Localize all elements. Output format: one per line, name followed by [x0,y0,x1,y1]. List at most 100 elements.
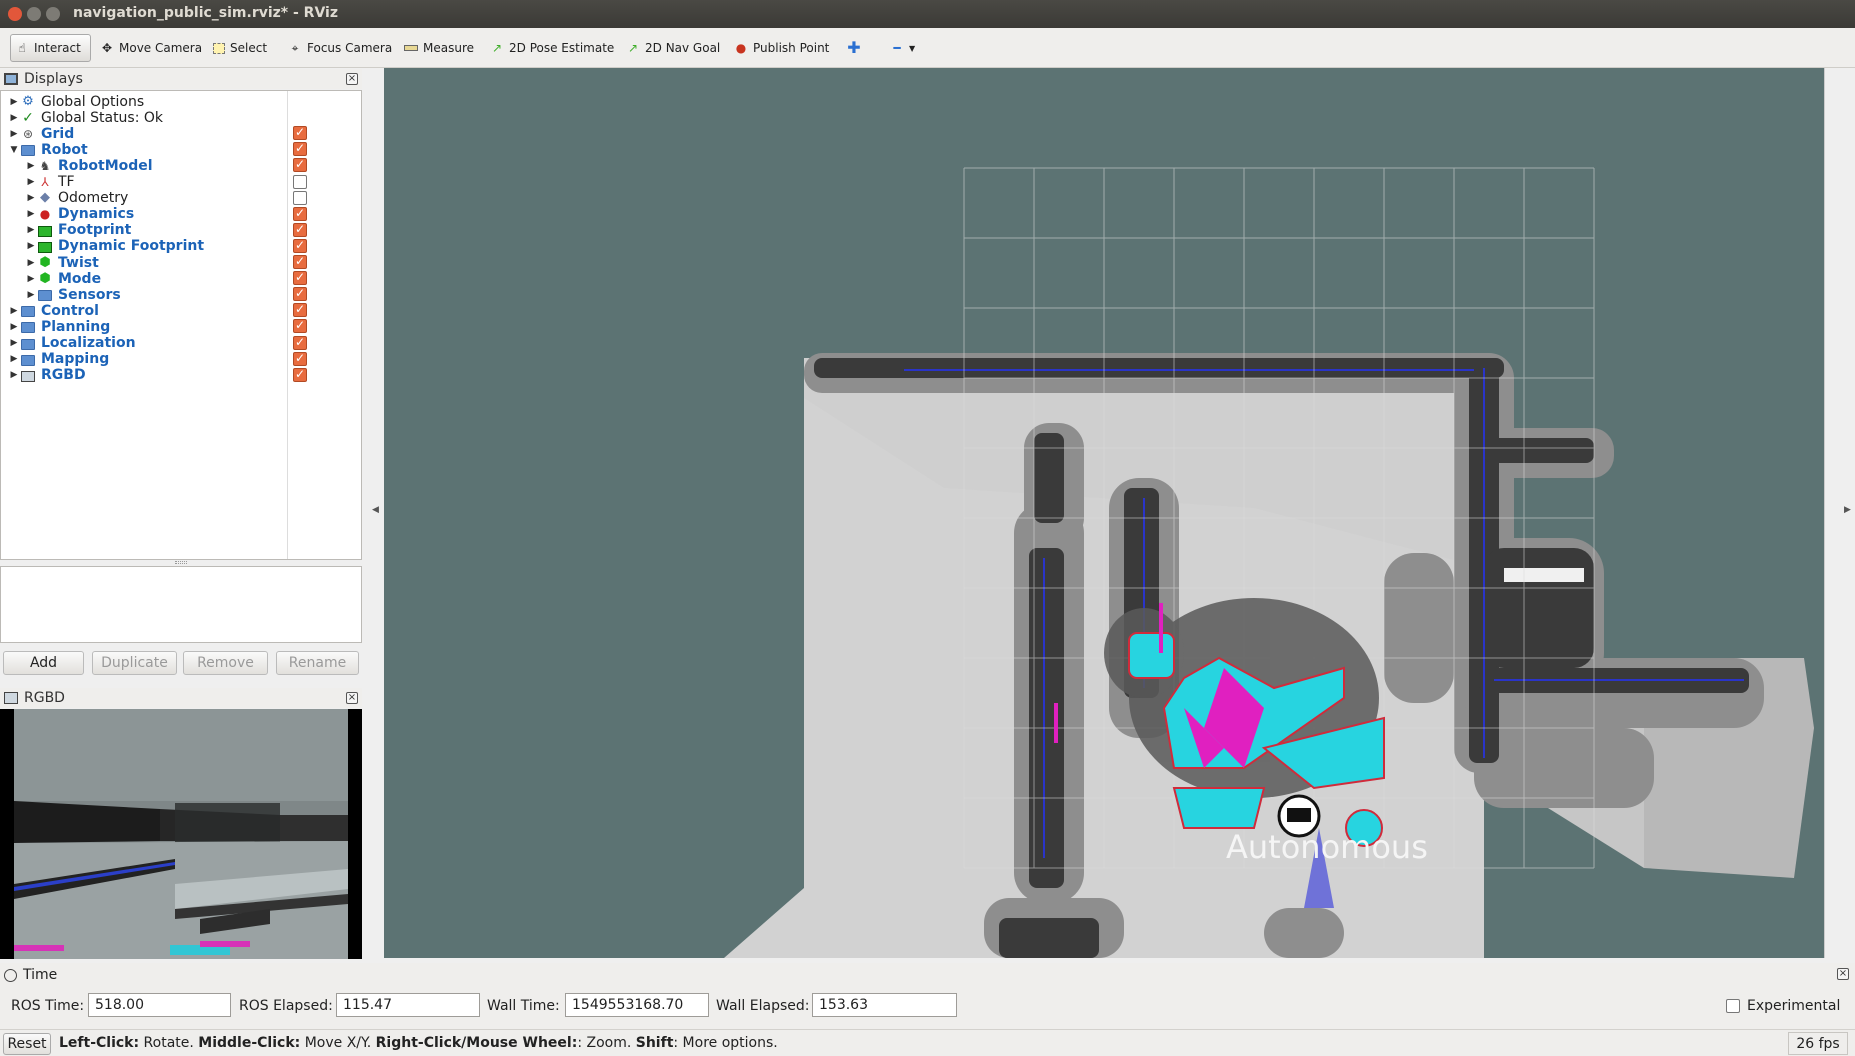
folder-icon [21,145,35,157]
right-splitter-handle[interactable]: ▶ [1844,505,1851,515]
display-item-label: Localization [41,335,136,351]
toolbar: ☝ Interact ✥ Move Camera Select ⌖ Focus … [0,28,1855,68]
expand-right-icon[interactable]: ▶ [7,370,21,380]
display-item-label: Footprint [58,222,132,239]
expand-right-icon[interactable]: ▶ [24,225,38,235]
dots-icon: ● [39,207,51,222]
expand-right-icon[interactable]: ▶ [24,209,38,219]
green-cube-icon: ⬢ [39,254,51,270]
display-enabled-checkbox[interactable] [293,286,307,302]
display-enabled-checkbox[interactable] [293,367,307,382]
duplicate-display-button[interactable]: Duplicate [92,651,177,675]
experimental-checkbox[interactable] [1726,999,1740,1013]
expand-right-icon[interactable]: ▶ [24,193,38,203]
add-tool-button[interactable]: ✚ [843,34,865,62]
display-item-rgbd[interactable]: ▶ RGBD [1,366,287,385]
display-enabled-checkbox[interactable] [293,254,307,269]
move-camera-icon: ✥ [101,41,113,55]
tool-2d-nav-goal[interactable]: ↗ 2D Nav Goal [622,34,724,62]
expand-right-icon[interactable]: ▶ [7,322,21,332]
expand-right-icon[interactable]: ▶ [7,306,21,316]
displays-tree[interactable]: ▶ ⚙ Global Options ▶ ✓ Global Status: Ok ▶ ⊛ Gri… [0,90,362,560]
tool-2d-pose-estimate[interactable]: ↗ 2D Pose Estimate [486,34,618,62]
display-enabled-checkbox[interactable] [293,222,307,237]
green-cube-icon: ⬢ [39,270,51,286]
wall-elapsed-label: Wall Elapsed: [716,998,810,1014]
display-item-label: Dynamic Footprint [58,238,205,255]
tool-measure[interactable]: Measure [400,34,478,62]
display-enabled-checkbox[interactable] [293,157,307,173]
status-bar: Reset Left-Click: Rotate. Middle-Click: … [0,1029,1855,1056]
expand-right-icon[interactable]: ▶ [7,113,21,123]
folder-icon [21,306,35,318]
plus-icon: ✚ [847,38,861,57]
display-enabled-checkbox[interactable] [293,351,307,366]
tool-select[interactable]: Select [209,34,271,62]
tool-label: Measure [423,41,474,55]
tool-focus-camera[interactable]: ⌖ Focus Camera [284,34,396,62]
display-enabled-checkbox[interactable] [293,190,307,205]
hint-part: Rotate. [139,1035,199,1051]
display-enabled-checkbox[interactable] [293,206,307,221]
display-enabled-checkbox[interactable] [293,174,307,189]
wall-elapsed-field[interactable]: 153.63 [812,993,957,1017]
mouse-hint-text: Left-Click: Rotate. Middle-Click: Move X… [59,1035,778,1051]
remove-tool-button[interactable]: ━ ▼ [886,34,919,62]
cursor-icon: ☝ [18,41,26,55]
display-item-label: Control [41,302,99,319]
expand-right-icon[interactable]: ▶ [7,354,21,364]
tool-publish-point[interactable]: ● Publish Point [730,34,833,62]
display-enabled-checkbox[interactable] [293,318,307,334]
expand-right-icon[interactable]: ▶ [24,290,38,300]
3d-viewport[interactable]: Autonomous [384,68,1838,958]
expand-right-icon[interactable]: ▶ [7,97,21,107]
panel-splitter[interactable] [175,561,187,564]
folder-icon [21,338,35,350]
expand-right-icon[interactable]: ▶ [24,161,38,171]
left-splitter-handle[interactable]: ◀ [372,505,379,515]
ros-elapsed-field[interactable]: 115.47 [336,993,480,1017]
rgbd-render [14,709,348,959]
ros-time-field[interactable]: 518.00 [88,993,231,1017]
expand-right-icon[interactable]: ▶ [24,258,38,268]
maximize-window-button[interactable] [46,7,60,21]
minimize-window-button[interactable] [27,7,41,21]
add-display-button[interactable]: Add [3,651,84,675]
map-pin-icon: ● [735,41,747,55]
remove-display-button[interactable]: Remove [183,651,268,675]
display-item-label: TF [58,174,75,190]
display-item-label: Grid [41,125,75,142]
display-item-label: Dynamics [58,206,135,223]
time-panel-title: Time [23,967,58,983]
display-enabled-checkbox[interactable] [293,335,307,350]
rgbd-title: RGBD [24,690,65,706]
display-enabled-checkbox[interactable] [293,270,307,286]
rename-display-button[interactable]: Rename [276,651,359,675]
select-icon [213,42,225,54]
close-time-panel-button[interactable]: × [1837,968,1849,980]
camera-display-icon [21,370,35,382]
display-enabled-checkbox[interactable] [293,141,307,157]
display-enabled-checkbox[interactable] [293,238,307,253]
window-title: navigation_public_sim.rviz* - RViz [73,5,339,21]
close-rgbd-panel-button[interactable]: × [346,692,358,704]
display-item-label: RobotModel [58,157,153,174]
time-panel-header: Time × [0,965,1855,985]
display-enabled-checkbox[interactable] [293,125,307,141]
viewport-scrollbar[interactable] [1824,68,1838,958]
hint-part: Left-Click: [59,1035,140,1051]
robot-mode-label: Autonomous [1226,828,1428,866]
expand-right-icon[interactable]: ▶ [24,241,38,251]
expand-right-icon[interactable]: ▶ [24,177,38,187]
tool-move-camera[interactable]: ✥ Move Camera [96,34,206,62]
wall-time-field[interactable]: 1549553168.70 [565,993,709,1017]
tool-interact[interactable]: ☝ Interact [10,34,91,62]
close-displays-panel-button[interactable]: × [346,73,358,85]
expand-right-icon[interactable]: ▶ [7,338,21,348]
close-window-button[interactable] [8,7,22,21]
reset-button[interactable]: Reset [3,1033,51,1055]
expand-right-icon[interactable]: ▶ [7,129,21,139]
expand-right-icon[interactable]: ▶ [24,274,38,284]
display-enabled-checkbox[interactable] [293,302,307,318]
expand-down-icon[interactable]: ▼ [7,145,21,155]
